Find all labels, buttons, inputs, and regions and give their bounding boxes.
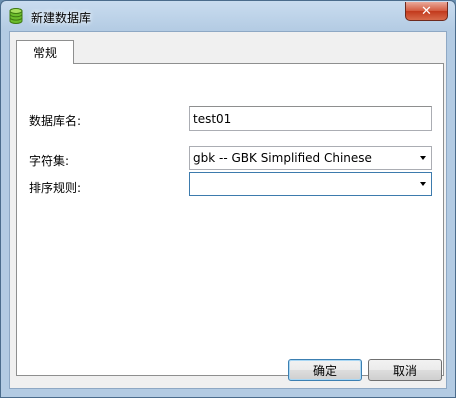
chevron-down-icon [420, 156, 426, 160]
tab-panel-general: 数据库名: test01 字符集: gbk -- GBK Simplified … [16, 63, 444, 376]
collation-select[interactable] [189, 172, 432, 196]
cancel-button-label: 取消 [392, 363, 417, 378]
db-name-label: 数据库名: [29, 114, 82, 128]
db-name-value: test01 [193, 111, 232, 126]
db-name-input[interactable]: test01 [189, 106, 432, 131]
charset-select[interactable]: gbk -- GBK Simplified Chinese [189, 146, 432, 170]
ok-button-label: 确定 [312, 363, 337, 378]
tab-label: 常规 [32, 46, 57, 60]
cancel-button[interactable]: 取消 [368, 359, 442, 381]
ok-button[interactable]: 确定 [288, 359, 362, 381]
close-icon: ✕ [421, 3, 432, 19]
window-title: 新建数据库 [31, 11, 92, 25]
charset-value: gbk -- GBK Simplified Chinese [193, 151, 372, 165]
charset-label: 字符集: [29, 154, 70, 168]
database-icon [9, 8, 23, 24]
collation-label: 排序规则: [29, 181, 82, 195]
title-bar[interactable]: 新建数据库 ✕ [1, 1, 455, 31]
dialog-window: 新建数据库 ✕ 常规 数据库名: test01 字符集: gbk -- GBK … [0, 0, 456, 398]
chevron-down-icon [420, 182, 426, 186]
close-button[interactable]: ✕ [405, 2, 448, 21]
tab-general[interactable]: 常规 [16, 40, 74, 64]
dialog-body: 常规 数据库名: test01 字符集: gbk -- GBK Simplifi… [9, 31, 447, 389]
